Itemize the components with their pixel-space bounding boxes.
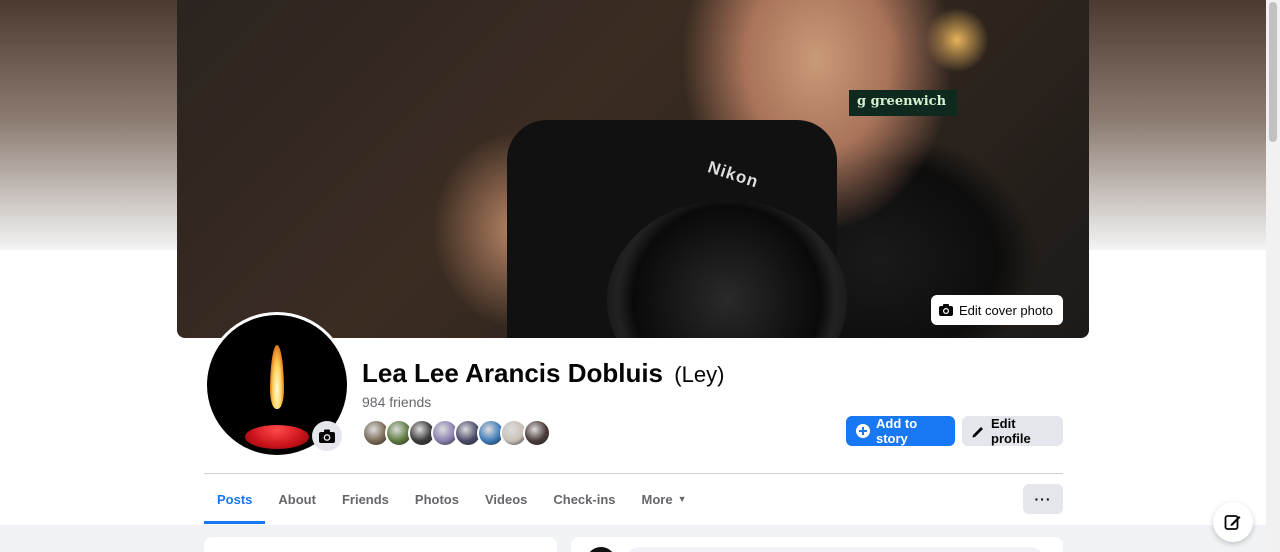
tab-friends[interactable]: Friends (329, 474, 402, 524)
profile-tabs: Posts About Friends Photos Videos Check-… (204, 474, 700, 524)
profile-full-name: Lea Lee Arancis Dobluis (362, 358, 664, 388)
tab-check-ins[interactable]: Check-ins (540, 474, 628, 524)
profile-alternate-name: (Ley) (674, 362, 725, 387)
plus-circle-icon (856, 424, 870, 438)
profile-name: Lea Lee Arancis Dobluis (Ley) (362, 358, 724, 389)
friend-avatar[interactable] (523, 419, 551, 447)
edit-cover-photo-label: Edit cover photo (959, 302, 1053, 318)
tab-friends-label: Friends (341, 491, 389, 507)
camera-icon (939, 304, 953, 316)
tab-videos-label: Videos (484, 491, 528, 507)
tab-posts[interactable]: Posts (204, 474, 266, 524)
add-to-story-label: Add to story (876, 416, 918, 446)
edit-profile-label: Edit profile (991, 416, 1031, 446)
edit-cover-photo-button[interactable]: Edit cover photo (931, 295, 1063, 325)
tab-about[interactable]: About (265, 474, 329, 524)
cover-photo[interactable]: Nikon g greenwich (177, 0, 1089, 338)
tab-about-label: About (278, 491, 316, 507)
intro-card (204, 537, 557, 552)
pencil-icon (972, 425, 985, 438)
candle-flame (270, 345, 284, 409)
tab-posts-label: Posts (217, 491, 253, 507)
candle-base (245, 425, 309, 449)
tab-more[interactable]: More ▼ (629, 474, 700, 524)
create-post-input[interactable] (625, 547, 1045, 552)
new-message-button[interactable] (1213, 502, 1253, 542)
friend-count[interactable]: 984 friends (362, 394, 431, 410)
profile-more-options-button[interactable]: ··· (1023, 484, 1063, 514)
compose-icon (1224, 513, 1242, 531)
camera-icon (319, 429, 335, 443)
friend-avatar-stack[interactable] (362, 419, 551, 447)
tab-check-ins-label: Check-ins (553, 491, 616, 507)
update-profile-picture-button[interactable] (312, 421, 342, 451)
edit-profile-button[interactable]: Edit profile (962, 416, 1063, 446)
scrollbar-thumb[interactable] (1269, 2, 1277, 142)
tab-videos[interactable]: Videos (472, 474, 540, 524)
tab-more-label: More (641, 491, 673, 507)
caret-down-icon: ▼ (677, 494, 687, 504)
cover-store-sign: g greenwich (849, 90, 957, 116)
tab-photos-label: Photos (414, 491, 459, 507)
add-to-story-button[interactable]: Add to story (846, 416, 955, 446)
tab-photos[interactable]: Photos (402, 474, 472, 524)
